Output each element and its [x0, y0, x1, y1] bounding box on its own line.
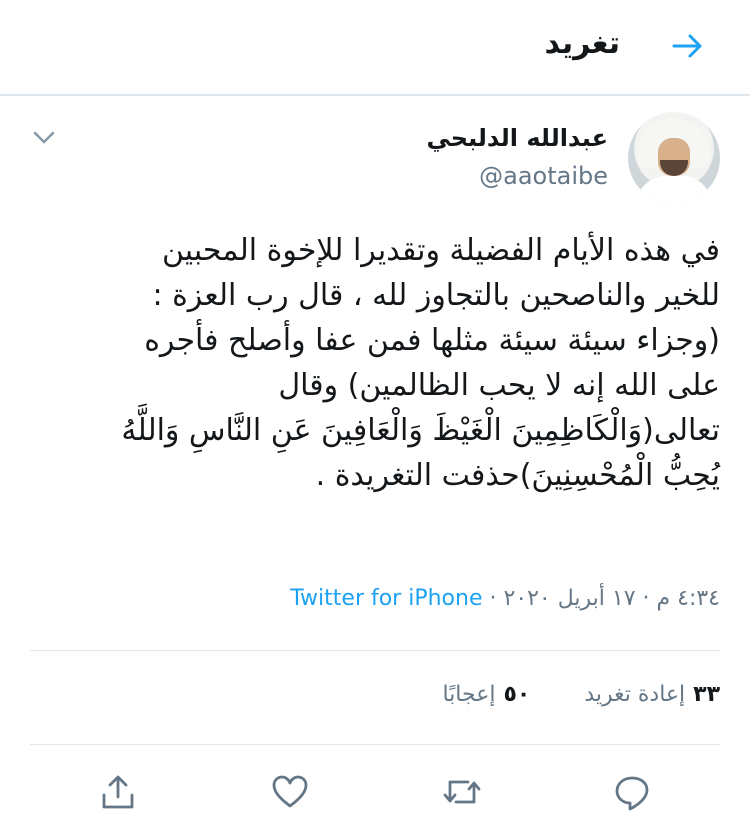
- page-title: تغريد: [544, 26, 620, 61]
- retweet-button[interactable]: [440, 770, 484, 814]
- retweets-label: إعادة تغريد: [584, 682, 686, 707]
- like-button[interactable]: [268, 770, 312, 814]
- tweet-timestamp: ٤:٣٤ م · ١٧ أبريل ٢٠٢٠ ·: [482, 586, 720, 611]
- divider: [30, 744, 720, 745]
- likes-stat[interactable]: ٥٠ إعجابًا: [442, 682, 530, 707]
- retweets-stat[interactable]: ٣٣ إعادة تغريد: [584, 682, 720, 707]
- divider: [30, 650, 720, 651]
- reply-icon: [615, 776, 649, 811]
- tweet-menu-button[interactable]: [30, 124, 58, 152]
- reply-button[interactable]: [610, 770, 654, 814]
- action-bar: [0, 762, 750, 822]
- author-handle[interactable]: @aaotaibe: [479, 162, 608, 190]
- retweet-icon: [443, 780, 481, 804]
- top-bar: تغريد: [0, 0, 750, 96]
- retweets-count: ٣٣: [693, 682, 720, 707]
- likes-count: ٥٠: [503, 682, 531, 707]
- tweet-source-link[interactable]: Twitter for iPhone: [290, 586, 482, 611]
- heart-icon: [272, 775, 308, 808]
- arrow-right-icon: [672, 34, 702, 58]
- tweet-text: في هذه الأيام الفضيلة وتقديرا للإخوة الم…: [121, 233, 720, 493]
- share-icon: [102, 775, 134, 809]
- back-button[interactable]: [666, 24, 710, 68]
- author-name[interactable]: عبدالله الدلبحي: [427, 124, 609, 152]
- likes-label: إعجابًا: [442, 682, 496, 707]
- share-button[interactable]: [96, 770, 140, 814]
- avatar[interactable]: [628, 112, 720, 204]
- tweet-stats: ٣٣ إعادة تغريد ٥٠ إعجابًا: [442, 682, 720, 707]
- chevron-down-icon: [33, 131, 55, 144]
- tweet-meta: ٤:٣٤ م · ١٧ أبريل ٢٠٢٠ · Twitter for iPh…: [290, 586, 720, 611]
